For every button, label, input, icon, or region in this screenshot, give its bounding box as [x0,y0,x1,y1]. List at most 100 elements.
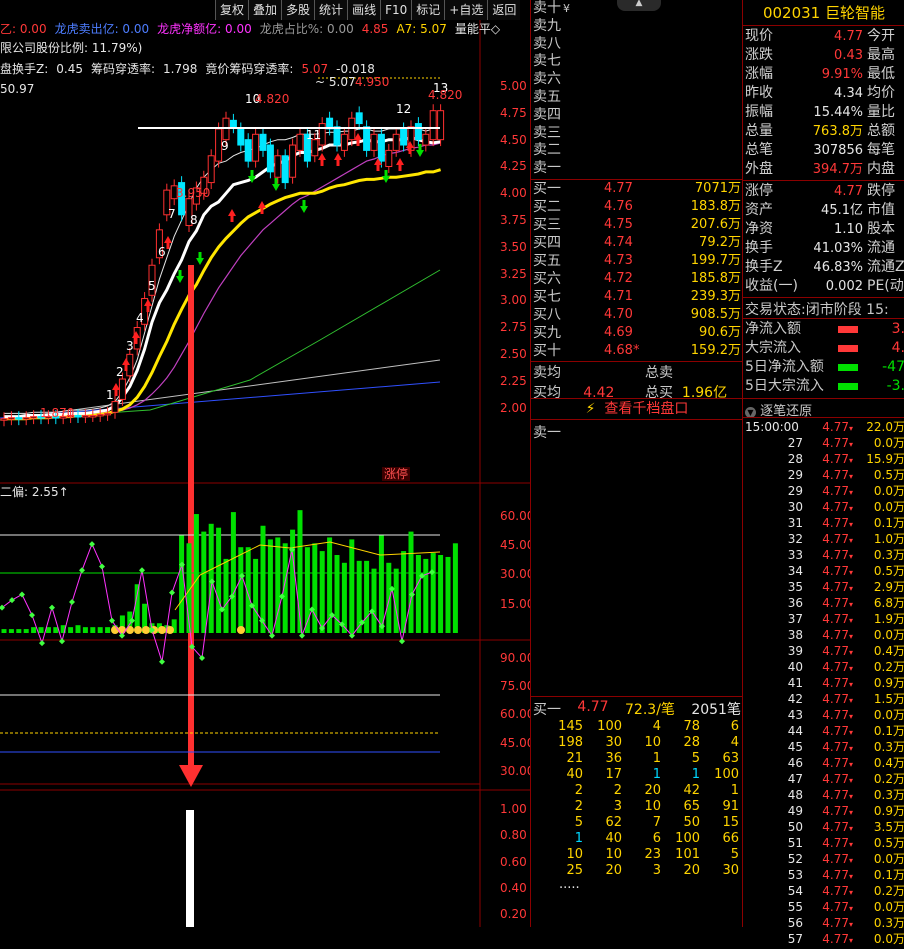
sell-level-row[interactable]: 卖二 [533,142,741,160]
queue-cell: 1 [652,767,661,782]
queue-cell: 50 [683,815,700,830]
indicator-point [39,640,45,647]
sell-level-row[interactable]: 卖九 [533,18,741,36]
down-arrow-icon: ▾ [848,840,853,849]
down-arrow-icon: ▾ [848,856,853,865]
tick-row: 29 4.77▾ 0.0万 [745,483,904,499]
buy-level-row[interactable]: 买七 4.71 239.3万 [533,288,741,306]
tick-row: 32 4.77▾ 1.0万 [745,531,904,547]
info-row: 涨幅 9.91% 最低 [745,65,904,84]
sell-level-row[interactable]: 卖八 [533,36,741,54]
tick-row: 27 4.77▾ 0.0万 [745,435,904,451]
queue-cell: 4 [730,735,739,750]
queue-cell: 17 [605,767,622,782]
volume-bar [378,535,384,633]
toolbar-button-6[interactable]: 标记 [411,0,444,20]
volume-bar [208,523,214,633]
volume-bar [408,531,414,633]
annot-last: 4.820 [428,88,463,102]
flow-label: 净流入额 [745,321,801,337]
toolbar-button-5[interactable]: F10 [380,0,411,20]
queue-cell: 10 [605,847,622,862]
buy-level-row[interactable]: 买六 4.72 185.8万 [533,270,741,288]
sell-level-row[interactable]: 卖五 [533,89,741,107]
tick-volume: 0.0万 [873,708,904,722]
sell-level-row[interactable]: 卖六 [533,71,741,89]
tick-volume: 0.2万 [873,884,904,898]
tick-time: 29 [787,468,803,482]
buy-level-row[interactable]: 买五 4.73 199.7万 [533,252,741,270]
ma-yellow [4,168,442,421]
candle-up [118,378,126,400]
sell-level-label: 卖十 ¥ [533,0,570,16]
axis-tick: 0.40 [500,880,527,895]
sell-level-row[interactable]: 卖四 [533,107,741,125]
candle-down [414,123,422,141]
queue-cell: 10 [566,847,583,862]
green-down-arrow [300,200,308,213]
ma-magenta [4,142,441,418]
queue-cell: 4 [652,719,661,734]
toolbar-button-0[interactable]: 复权 [215,0,248,20]
tick-row: 53 4.77▾ 0.1万 [745,867,904,883]
buy-level-row[interactable]: 买九 4.69 90.6万 [533,324,741,342]
toolbar-button-1[interactable]: 叠加 [248,0,281,20]
buy-level-row[interactable]: 买三 4.75 207.6万 [533,216,741,234]
tick-volume: 0.1万 [873,516,904,530]
down-arrow-icon: ▾ [848,600,853,609]
info-value: 41.03% [813,241,863,256]
toolbar-button-7[interactable]: +自选 [444,0,487,20]
header-line-4: 50.97 [0,82,35,96]
buy-level-volume: 239.3万 [690,289,741,304]
info-label: 振幅 [745,104,773,120]
down-arrow-icon: ▾ [848,744,853,753]
tick-time: 34 [787,564,803,578]
header-item: 4.85 [361,22,389,36]
kline-svg[interactable]: 1234567 8910111213 [0,0,530,927]
queue-row: 5 62 7 50 15 [545,815,739,831]
toolbar-button-8[interactable]: 返回 [487,0,520,20]
collapse-button[interactable]: ▲ [617,0,661,11]
buy-level-row[interactable]: 买二 4.76 183.8万 [533,198,741,216]
info-label: 流通Z [867,259,904,275]
red-up-arrow [318,153,326,166]
indicator-point [399,638,405,645]
buy1-summary: 买一 4.77 72.3/笔 2051笔 [533,699,741,718]
axis-tick: 3.00 [500,293,527,308]
indicator-point [169,589,175,596]
tick-price: 4.77▾ [805,755,853,771]
toolbar-button-4[interactable]: 画线 [347,0,380,20]
tick-row: 45 4.77▾ 0.3万 [745,739,904,755]
volume-bar [193,514,199,633]
down-arrow-icon: ▾ [848,760,853,769]
sell-level-row[interactable]: 卖三 [533,125,741,143]
buy-level-row[interactable]: 买十 4.68* 159.2万 [533,342,741,360]
buy-level-row[interactable]: 买八 4.70 908.5万 [533,306,741,324]
tick-time: 56 [787,916,803,930]
tick-time: 35 [787,580,803,594]
tick-time: 36 [787,596,803,610]
sell-level-row[interactable]: 卖七 [533,53,741,71]
kline-chart-area[interactable]: 1 2 3 4 5 6 7 8 9 10 11 12 13 复权 叠加 多股 统计 画线 F10 标记 +自选 返回 乙… [0,0,530,927]
tick-price: 4.77▾ [805,787,853,803]
flow-value: -3. [886,378,904,394]
volume-bar [134,584,140,633]
axis-tick: 2.75 [500,320,527,335]
volume-bar [319,551,325,633]
sell-level-label: 卖六 [533,71,561,88]
sell-level-row[interactable]: 卖一 [533,160,741,178]
queue-row: 10 10 23 101 5 [545,847,739,863]
tick-row: 46 4.77▾ 0.4万 [745,755,904,771]
buy-level-row[interactable]: 买四 4.74 79.2万 [533,234,741,252]
toolbar-button-3[interactable]: 统计 [314,0,347,20]
tick-list[interactable]: 15:00:00 4.77▾ 22.0万 27 4.77▾ 0.0万 28 4.77▾ 15.9… [745,419,904,947]
volume-bar [267,539,273,633]
toolbar-button-2[interactable]: 多股 [281,0,314,20]
buy-level-row[interactable]: 买一 4.77 7071万 [533,180,741,198]
info-label: 量比 [867,104,895,120]
buy-level-label: 买八 [533,307,561,323]
queue-cell: 42 [683,783,700,798]
info-label: 换手Z [745,259,783,275]
thousand-level-button[interactable]: ⚡ 查看千档盘口 [531,400,743,418]
tick-price-value: 4.77 [822,532,849,546]
